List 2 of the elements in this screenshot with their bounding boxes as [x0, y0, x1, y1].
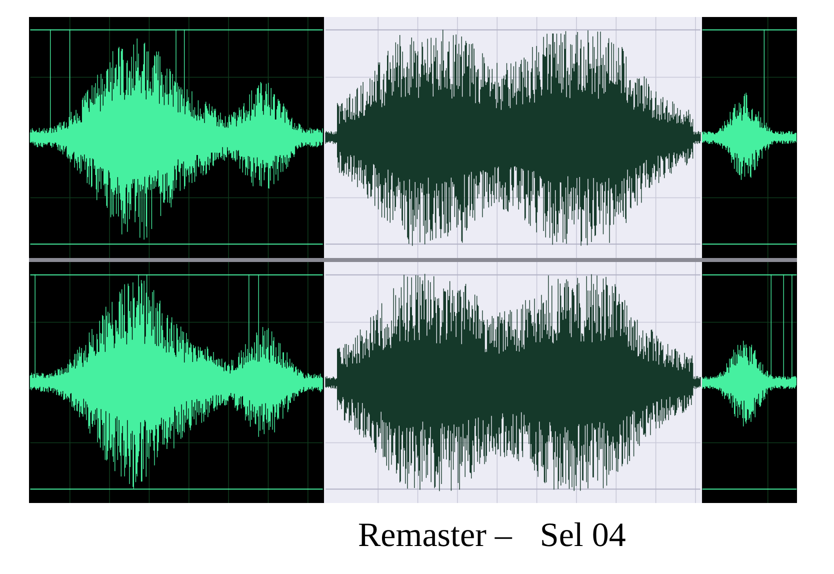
selection-label: Sel 04: [540, 517, 626, 555]
caption-title: Remaster –: [358, 517, 512, 555]
